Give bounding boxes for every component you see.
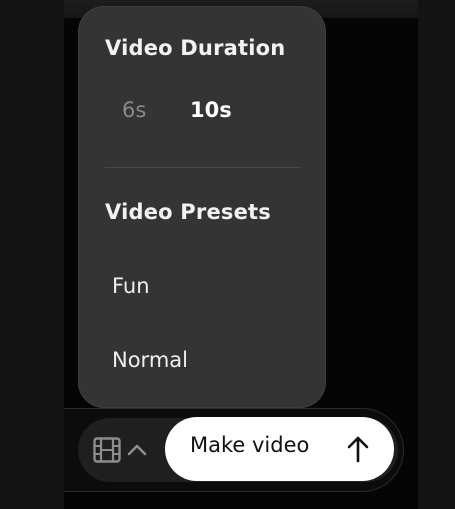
preset-option-fun[interactable]: Fun	[112, 274, 150, 298]
video-presets-title: Video Presets	[105, 200, 271, 224]
chevron-up-icon	[127, 444, 147, 456]
arrow-up-icon	[347, 436, 369, 463]
app-frame: Video Duration 6s 10s Video Presets Fun …	[0, 0, 455, 509]
make-video-button[interactable]: Make video	[165, 417, 394, 481]
duration-option-6s[interactable]: 6s	[122, 98, 146, 122]
preset-option-normal[interactable]: Normal	[112, 348, 188, 372]
video-settings-toggle[interactable]	[88, 432, 158, 468]
section-divider	[105, 167, 301, 168]
right-margin	[418, 0, 455, 509]
duration-option-10s[interactable]: 10s	[190, 98, 232, 122]
make-video-label: Make video	[190, 433, 310, 457]
film-icon	[93, 437, 121, 463]
left-margin	[0, 0, 64, 509]
video-duration-title: Video Duration	[105, 36, 286, 60]
